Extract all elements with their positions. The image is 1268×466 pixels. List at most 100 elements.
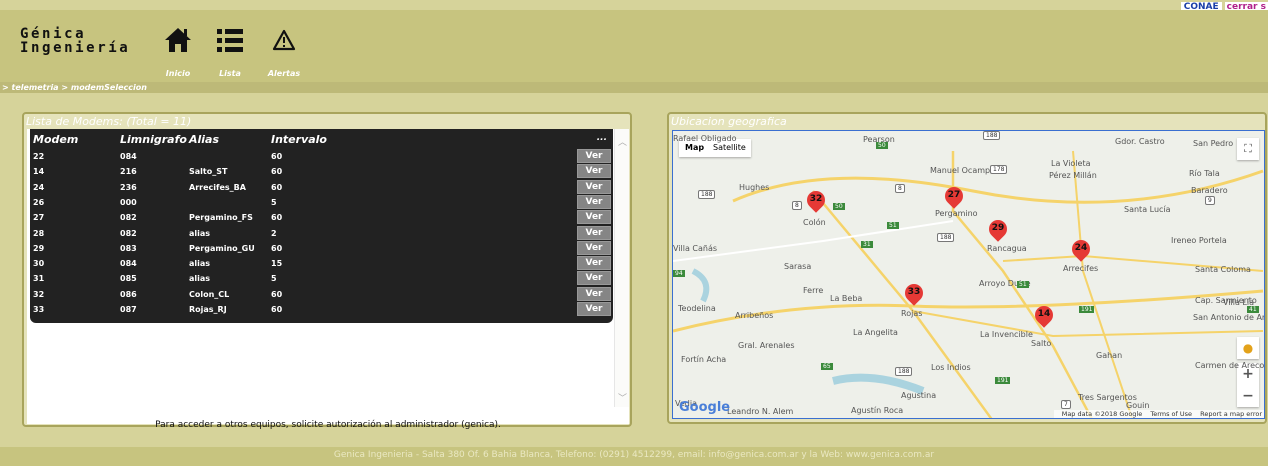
map-town-label: La Angelita — [853, 328, 898, 337]
footer-text: Genica Ingenieria - Salta 380 Of. 6 Bahi… — [333, 450, 935, 460]
map-marker-icon[interactable]: 27 — [941, 183, 967, 213]
pegman-icon[interactable]: ● — [1237, 337, 1259, 359]
map-town-label: Arribeños — [735, 311, 774, 320]
cell-intervalo: 2 — [271, 228, 277, 238]
cell-alias: Arrecifes_BA — [189, 182, 246, 192]
cell-alias: Pergamino_GU — [189, 243, 255, 253]
table-header: Modem Limnigrafo Alias Intervalo ... — [30, 133, 613, 147]
route-shield-icon: 8 — [895, 184, 905, 193]
cell-modem: 28 — [33, 228, 45, 238]
map-marker-icon[interactable]: 29 — [985, 216, 1011, 246]
marker-label: 14 — [1037, 309, 1051, 319]
marker-label: 24 — [1074, 243, 1088, 253]
nav-alertas[interactable]: Alertas — [254, 20, 314, 78]
ver-button[interactable]: Ver — [577, 256, 611, 271]
map-town-label: Villa Cañás — [673, 244, 718, 253]
table-row: 30 084 alias 15 Ver — [30, 256, 613, 271]
cell-intervalo: 60 — [271, 305, 283, 314]
route-shield-icon: 51 — [1017, 281, 1029, 288]
col-alias: Alias — [189, 133, 220, 146]
map-town-label: Santa Coloma — [1195, 265, 1251, 274]
col-limnigrafo: Limnigrafo — [120, 133, 187, 146]
map-town-label: Agustín Roca — [851, 406, 904, 415]
ver-button[interactable]: Ver — [577, 286, 611, 301]
table-menu-icon[interactable]: ... — [597, 133, 607, 143]
map-type-map-button[interactable]: Map — [685, 143, 704, 152]
map-town-label: Rafael Obligado — [673, 134, 737, 143]
logo: Génica Ingeniería — [20, 27, 130, 55]
map-town-label: Santa Lucía — [1124, 205, 1171, 214]
cell-modem: 29 — [33, 243, 45, 253]
route-shield-icon: 191 — [1079, 306, 1095, 313]
map-town-label: Manuel Ocampo — [930, 166, 995, 175]
cell-limnigrafo: 084 — [120, 259, 137, 269]
map-marker-icon[interactable]: 14 — [1031, 302, 1057, 332]
cell-limnigrafo: 086 — [120, 289, 137, 299]
ver-button[interactable]: Ver — [577, 210, 611, 225]
route-shield-icon: 188 — [698, 190, 716, 199]
cell-modem: 22 — [33, 152, 45, 161]
route-shield-icon: 191 — [995, 377, 1011, 384]
map-town-label: Fortín Acha — [681, 355, 727, 364]
modems-panel: Lista de Modems: (Total = 11) Modem Limn… — [22, 112, 632, 430]
map-marker-icon[interactable]: 24 — [1068, 236, 1094, 266]
ver-button[interactable]: Ver — [577, 179, 611, 194]
report-error-link[interactable]: Report a map error — [1200, 410, 1262, 418]
map[interactable]: Map Satellite ⛶ ● + − Pearson Gdor. Castr… — [672, 130, 1265, 419]
map-marker-icon[interactable]: 33 — [901, 280, 927, 310]
nav-inicio[interactable]: Inicio — [148, 20, 208, 78]
map-town-label: Sarasa — [784, 262, 812, 271]
map-type-satellite-button[interactable]: Satellite — [713, 143, 746, 152]
ver-button[interactable]: Ver — [577, 302, 611, 316]
breadcrumb-bar: > telemetria > modemSeleccion — [0, 82, 1268, 93]
route-shield-icon: 8 — [792, 201, 802, 210]
cell-limnigrafo: 236 — [120, 182, 137, 192]
table-row: 32 086 Colon_CL 60 Ver — [30, 286, 613, 302]
scroll-up-icon[interactable]: ︿ — [618, 135, 627, 148]
cell-alias: Colon_CL — [189, 289, 230, 299]
logo-line-2: Ingeniería — [20, 40, 131, 56]
map-town-label: Ferre — [803, 286, 824, 295]
cell-intervalo: 60 — [271, 182, 283, 192]
map-data-text: Map data ©2018 Google — [1061, 410, 1143, 418]
route-shield-icon: 51 — [887, 222, 899, 229]
table-row: 14 216 Salto_ST 60 Ver — [30, 164, 613, 179]
map-town-label: Gdor. Castro — [1115, 137, 1165, 146]
cell-modem: 30 — [33, 259, 45, 269]
ver-button[interactable]: Ver — [577, 271, 611, 286]
ver-button[interactable]: Ver — [577, 149, 611, 163]
zoom-out-icon[interactable]: − — [1237, 385, 1259, 407]
ver-button[interactable]: Ver — [577, 225, 611, 240]
nav-alertas-label: Alertas — [267, 69, 301, 78]
map-town-label: La Invencible — [980, 330, 1033, 339]
ver-button[interactable]: Ver — [577, 240, 611, 255]
nav-lista[interactable]: Lista — [200, 20, 260, 78]
route-shield-icon: 50 — [876, 142, 888, 149]
cell-intervalo: 60 — [271, 152, 283, 161]
ver-button[interactable]: Ver — [577, 194, 611, 209]
cell-intervalo: 60 — [271, 289, 283, 299]
col-modem: Modem — [33, 133, 79, 146]
route-shield-icon: 188 — [895, 367, 913, 376]
terms-link[interactable]: Terms of Use — [1150, 410, 1192, 418]
map-attribution: Map data ©2018 Google Terms of Use Repor… — [1053, 410, 1264, 418]
google-logo[interactable]: Google — [679, 400, 730, 415]
list-scrollbar[interactable]: ︿ ﹀ — [614, 129, 629, 407]
fullscreen-icon[interactable]: ⛶ — [1237, 138, 1259, 160]
cell-modem: 32 — [33, 289, 45, 299]
modems-panel-title: Lista de Modems: (Total = 11) — [26, 115, 192, 128]
route-shield-icon: 9 — [1205, 196, 1215, 205]
cell-limnigrafo: 216 — [120, 167, 137, 177]
map-town-label: La Violeta — [1051, 159, 1091, 168]
map-marker-icon[interactable]: 32 — [803, 187, 829, 217]
cell-modem: 14 — [33, 167, 45, 177]
breadcrumb[interactable]: > telemetria > modemSeleccion — [2, 82, 147, 93]
modems-list-area: Modem Limnigrafo Alias Intervalo ... 22 0… — [27, 129, 629, 430]
cell-intervalo: 60 — [271, 243, 283, 253]
marker-label: 27 — [947, 190, 961, 200]
map-town-label: San Antonio de Areco — [1193, 313, 1265, 322]
route-shield-icon: 7 — [1061, 400, 1071, 409]
map-town-label: Los Indios — [931, 363, 971, 372]
ver-button[interactable]: Ver — [577, 164, 611, 179]
scroll-down-icon[interactable]: ﹀ — [618, 391, 627, 404]
